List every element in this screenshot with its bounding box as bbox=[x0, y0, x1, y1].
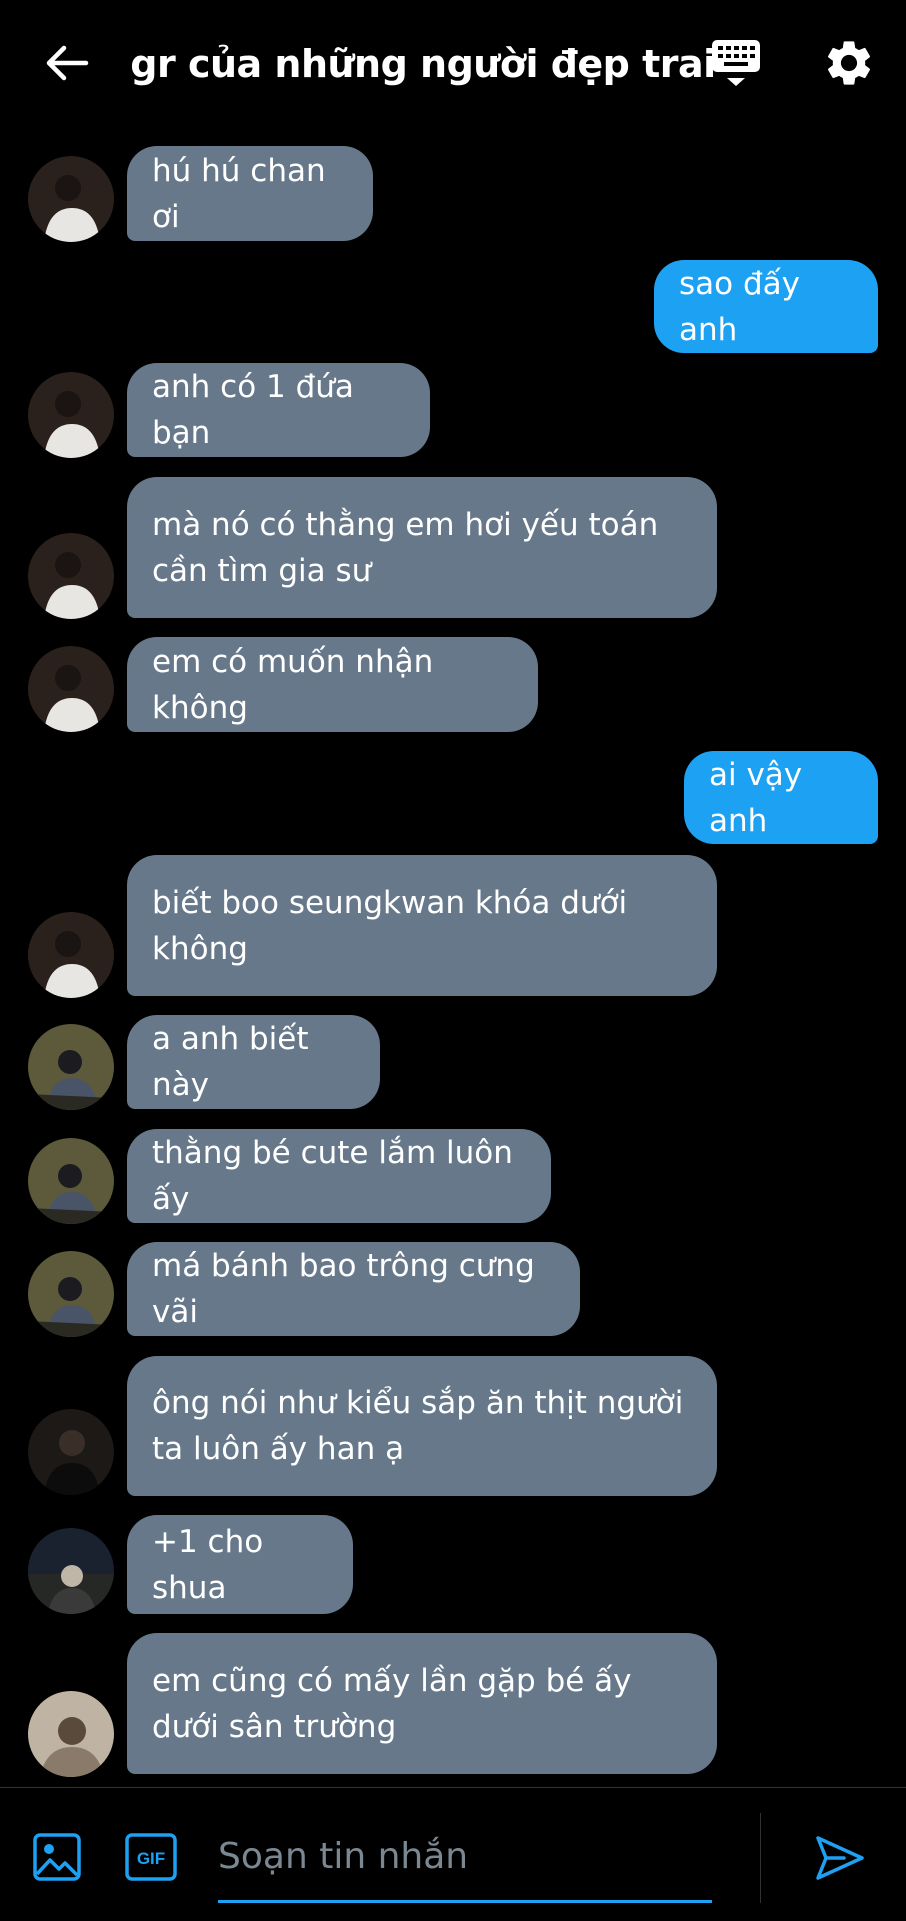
arrow-left-icon[interactable] bbox=[42, 38, 92, 88]
avatar[interactable] bbox=[28, 1409, 114, 1495]
message-bubble[interactable]: ai vậy anh bbox=[684, 751, 878, 844]
message-bubble[interactable]: hú hú chan ơi bbox=[127, 146, 373, 241]
chat-title: gr của những người đẹp trai bbox=[130, 42, 716, 86]
gif-button[interactable]: GIF bbox=[125, 1833, 177, 1881]
message-bubble[interactable]: a anh biết này bbox=[127, 1015, 380, 1109]
avatar[interactable] bbox=[28, 1528, 114, 1614]
avatar[interactable] bbox=[28, 156, 114, 242]
chat-header: gr của những người đẹp trai bbox=[0, 0, 906, 130]
gear-icon[interactable] bbox=[822, 36, 876, 90]
send-icon[interactable] bbox=[814, 1832, 866, 1884]
avatar[interactable] bbox=[28, 533, 114, 619]
avatar[interactable] bbox=[28, 1138, 114, 1224]
message-bubble[interactable]: mà nó có thằng em hơi yếu toán cần tìm g… bbox=[127, 477, 717, 618]
message-bubble[interactable]: em có muốn nhận không bbox=[127, 637, 538, 732]
message-bubble[interactable]: anh có 1 đứa bạn bbox=[127, 363, 430, 457]
message-bubble[interactable]: sao đấy anh bbox=[654, 260, 878, 353]
avatar[interactable] bbox=[28, 646, 114, 732]
gif-label: GIF bbox=[137, 1849, 165, 1868]
avatar[interactable] bbox=[28, 1251, 114, 1337]
avatar[interactable] bbox=[28, 1024, 114, 1110]
keyboard-icon[interactable] bbox=[710, 36, 762, 92]
image-icon[interactable] bbox=[32, 1832, 82, 1882]
message-bubble[interactable]: biết boo seungkwan khóa dưới không bbox=[127, 855, 717, 996]
message-bubble[interactable]: má bánh bao trông cưng vãi bbox=[127, 1242, 580, 1336]
compose-input[interactable]: Soạn tin nhắn bbox=[218, 1813, 712, 1903]
message-composer: GIF Soạn tin nhắn bbox=[0, 1787, 906, 1921]
avatar[interactable] bbox=[28, 372, 114, 458]
message-bubble[interactable]: ông nói như kiểu sắp ăn thịt người ta lu… bbox=[127, 1356, 717, 1496]
message-bubble[interactable]: +1 cho shua bbox=[127, 1515, 353, 1614]
avatar[interactable] bbox=[28, 912, 114, 998]
composer-divider bbox=[760, 1813, 761, 1903]
message-bubble[interactable]: em cũng có mấy lần gặp bé ấy dưới sân tr… bbox=[127, 1633, 717, 1774]
message-bubble[interactable]: thằng bé cute lắm luôn ấy bbox=[127, 1129, 551, 1223]
avatar[interactable] bbox=[28, 1691, 114, 1777]
